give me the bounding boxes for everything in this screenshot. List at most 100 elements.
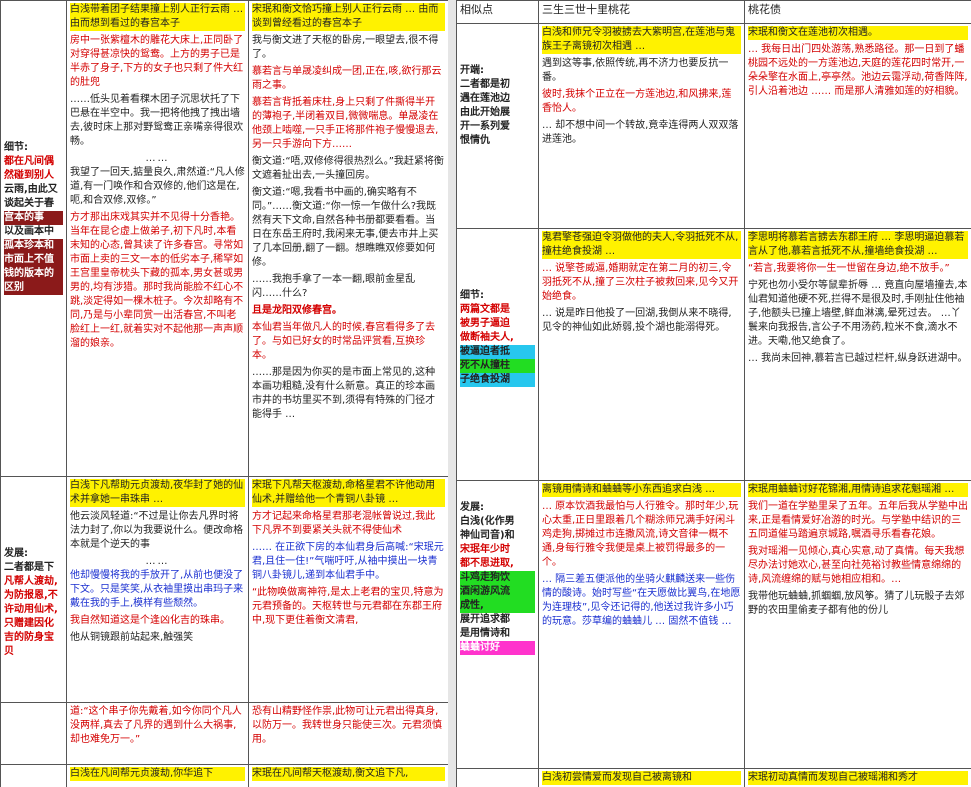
category-line: 子绝食投湖 — [460, 373, 535, 387]
category-line: 神仙司音)和 — [460, 530, 515, 541]
category-line: 成性, — [460, 599, 535, 613]
table-row: 白浅初尝情爱而发现自己被离镜和 宋珉初动真情而发现自己被瑶湘和秀才 — [456, 768, 971, 787]
table-row: 细节: 都在凡间偶 然碰到别人 云雨,由此又 谈起关于春 宫本的事 以及画本中 … — [0, 0, 448, 477]
cell-paragraph: 方才那出床戏其实并不见得十分香艳。当年在昆仑虚上做弟子,初下凡时,本看末知的心态… — [70, 212, 244, 349]
cell-paragraph: ……低头见着看稞木团子沉思状托了下巴悬在半空中。我一把将他拽了拽出墙去,彼时床上… — [70, 94, 244, 147]
category-cell — [0, 702, 67, 765]
category-line: 两篇文都是 — [460, 304, 510, 315]
category-line: 细节: — [460, 290, 484, 301]
cell-heading: 李思明将慕若言掳去东郡王府 … 李思明逼迫慕若言从了他,慕若言抵死不从,撞墙绝食… — [748, 231, 968, 259]
cell-heading: 宋珉和衡文在莲池初次相遇。 — [748, 26, 968, 40]
right-page: 相似点 三生三世十里桃花 桃花债 开端: 二者都是初 遇在莲池边 由此开始展 开… — [456, 0, 971, 787]
cell-heading: 鬼君擎苍强迫令羽做他的夫人,令羽抵死不从,撞柱绝食投湖 … — [542, 231, 741, 259]
cell-paragraph: 且是龙阳双修春宫。 — [252, 305, 342, 316]
cell-paragraph: 方才记起来命格星君那老混帐曾说过,我此下凡界不到要紧关头就不得使仙术 — [252, 511, 436, 536]
cell-paragraph: 道:“这个串子你先戴着,如今你同个凡人没两样,真去了凡界的遇到什么大祸事,却也难… — [70, 706, 242, 745]
cell-paragraph: 他从铜镜跟前站起来,触强笑 — [70, 632, 194, 643]
cell-paragraph: 衡文道:“唔,双修修得很热烈么。”我赶紧将衡文遮着扯出去,一头撞回房。 — [252, 156, 444, 181]
cell-paragraph: 慕若言背抵着床柱,身上只剩了件撕得半开的薄袍子,半闭着双目,微微喘息。单晟凌在他… — [252, 97, 439, 150]
category-line: 以及画本中 — [4, 226, 54, 237]
cell-heading: 白浅和师兄令羽被掳去大紫明宫,在莲池与鬼族王子离镜初次相遇 … — [542, 26, 741, 54]
example-cell-taohuazhai: 宋珉初动真情而发现自己被瑶湘和秀才 — [744, 768, 971, 787]
cell-paragraph: 我们一道在学塾里呆了五年。五年后我从学塾中出来,正是看情爱好冶游的时光。与学塾中… — [748, 501, 968, 540]
cell-paragraph: 恐有山精野怪作祟,此物可让元君出得真身,以防万一。我转世身只能使三次。元君须慎用… — [252, 706, 442, 745]
category-line: 钱的版本的 — [4, 267, 63, 281]
category-line: 做断袖夫人, — [460, 332, 514, 343]
cell-paragraph: 遇到这等事,依照传统,再不济力也要反抗一番。 — [542, 58, 729, 83]
example-cell-taohuazhai: 李思明将慕若言掳去东郡王府 … 李思明逼迫慕若言从了他,慕若言抵死不从,撞墙绝食… — [744, 228, 971, 481]
cell-heading: 离镜用情诗和蛐蛐等小东西追求白浅 … — [542, 483, 741, 497]
category-line: 都在凡间偶 — [4, 156, 54, 167]
example-cell-sansheng: 鬼君擎苍强迫令羽做他的夫人,令羽抵死不从,撞柱绝食投湖 … … 说擎苍威逼,婚期… — [538, 228, 745, 481]
example-cell-sansheng: 离镜用情诗和蛐蛐等小东西追求白浅 … … 原本饮酒我最怕与人行雅令。那时年少,玩… — [538, 480, 745, 769]
category-line: 被男子逼迫 — [460, 318, 510, 329]
cell-paragraph: 我对瑶湘一见倾心,真心实意,动了真情。每天我想尽办法讨她欢心,甚至向社苑裕讨教些… — [748, 546, 965, 585]
category-line: 只赠建因化 — [4, 618, 54, 629]
cell-paragraph: ……我抱手拿了一本一翻,眼前金星乱闪……什么? — [252, 274, 416, 299]
table-row: 细节: 两篇文都是 被男子逼迫 做断袖夫人, 被逼迫者抵 死不从撞柱 子绝食投湖… — [456, 228, 971, 481]
page-gutter — [448, 0, 456, 787]
cell-heading: 宋珉初动真情而发现自己被瑶湘和秀才 — [748, 771, 968, 785]
category-line: 二者都是初 — [460, 79, 510, 90]
ellipsis: …… — [145, 556, 170, 567]
example-cell-sansheng: 白浅初尝情爱而发现自己被离镜和 — [538, 768, 745, 787]
cell-paragraph: 慕若言与单晟凌纠成一团,正在,咳,欲行那云雨之事。 — [252, 66, 442, 91]
cell-paragraph: 我带他玩蛐蛐,抓蝈蝈,放风筝。猜了儿玩骰子去郊野的农田里偷麦子都有他的份儿 — [748, 591, 965, 616]
example-cell-taohuazhai: 宋珉和衡文在莲池初次相遇。 … 我每日出门四处游荡,熟悉路径。那一日到了蟠桃园不… — [744, 23, 971, 229]
header-row: 相似点 三生三世十里桃花 桃花债 — [456, 0, 971, 24]
example-cell-sansheng: 白浅下凡帮助元贞渡劫,夜华封了她的仙术并拿她一串珠串 … 他云淡风轻道:“不过是… — [66, 476, 249, 703]
left-page: 细节: 都在凡间偶 然碰到别人 云雨,由此又 谈起关于春 宫本的事 以及画本中 … — [0, 0, 448, 787]
example-cell-taohuazhai: 恐有山精野怪作祟,此物可让元君出得真身,以防万一。我转世身只能使三次。元君须慎用… — [248, 702, 448, 765]
cell-paragraph: 房中一张紫檀木的雕花大床上,正同卧了对穿得甚凉快的鸳鸯。上方的男子已是半赤了身子… — [70, 35, 244, 88]
category-cell: 细节: 都在凡间偶 然碰到别人 云雨,由此又 谈起关于春 宫本的事 以及画本中 … — [0, 0, 67, 477]
cell-paragraph: 本仙君当年做凡人的时候,春宫看得多了去了。与如已好女的时常品评赏看,互换珍本。 — [252, 322, 436, 361]
cell-heading: 白浅在凡间帮元贞渡劫,你华追下 — [70, 767, 245, 781]
example-cell-taohuazhai: 宋珉和衡文恰巧撞上别人正行云雨 … 由而谈到曾经看过的春宫本子 我与衡文进了天枢… — [248, 0, 448, 477]
example-cell-sansheng: 白浅带着团子结果撞上别人正行云雨 … 由而想到看过的春宫本子 房中一张紫檀木的雕… — [66, 0, 249, 477]
category-line: 开一系列爱 — [460, 121, 510, 132]
category-line: 宋珉年少时 — [460, 544, 510, 555]
category-cell — [0, 764, 67, 787]
table-row: 发展: 二者都是下 凡帮人渡劫, 为防报恩,不 许动用仙术, 只赠建因化 吉的防… — [0, 476, 448, 703]
category-line: 发展: — [4, 548, 28, 559]
category-line: 宫本的事 — [4, 211, 63, 225]
category-line: 死不从撞柱 — [460, 359, 535, 373]
category-line: 白浅(化作男 — [460, 516, 515, 527]
category-line: 恨情仇 — [460, 135, 490, 146]
category-line: 然碰到别人 — [4, 170, 54, 181]
example-cell-sansheng: 白浅在凡间帮元贞渡劫,你华追下 — [66, 764, 249, 787]
ellipsis: …… — [145, 153, 170, 164]
cell-paragraph: 我与衡文进了天枢的卧房,一眼望去,很不得了。 — [252, 35, 439, 60]
example-cell-taohuazhai: 宋珉在凡间帮天枢渡劫,衡文追下凡, — [248, 764, 448, 787]
cell-paragraph: … 隔三差五便派他的坐骑火麒麟送来一些伤情的酸诗。始时写些“在天愿做比翼鸟,在地… — [542, 574, 741, 627]
cell-paragraph: … 说是昨日他投了一回湖,我倒从来不晓得,见令的神仙如此娇弱,投个湖也能溺得死。 — [542, 308, 732, 333]
cell-paragraph: “若言,我要将你一生一世留在身边,绝不放手。” — [748, 263, 950, 274]
category-cell: 开端: 二者都是初 遇在莲池边 由此开始展 开一系列爱 恨情仇 — [456, 23, 539, 229]
cell-paragraph: 我自然知道这是个逢凶化吉的珠串。 — [70, 615, 230, 626]
cell-paragraph: 衡文道:“嗯,我看书中画的,确实略有不同。”……衡文道:“你一惊一乍做什么?我既… — [252, 187, 439, 268]
cell-paragraph: … 却不想中间一个转故,竟幸连得两人双双落进莲池。 — [542, 120, 739, 145]
category-cell: 发展: 二者都是下 凡帮人渡劫, 为防报恩,不 许动用仙术, 只赠建因化 吉的防… — [0, 476, 67, 703]
cell-paragraph: …… 在正欲下房的本仙君身后高喊:“宋珉元君,且住一住!”气喘吁吁,从袖中摸出一… — [252, 542, 444, 581]
left-comparison-table: 细节: 都在凡间偶 然碰到别人 云雨,由此又 谈起关于春 宫本的事 以及画本中 … — [0, 0, 448, 787]
category-line: 细节: — [4, 142, 28, 153]
table-row: 开端: 二者都是初 遇在莲池边 由此开始展 开一系列爱 恨情仇 白浅和师兄令羽被… — [456, 23, 971, 229]
category-line: 凡帮人渡劫, — [4, 576, 58, 587]
category-line: 被逼迫者抵 — [460, 345, 535, 359]
category-line: 云雨,由此又 — [4, 184, 58, 195]
header-sansheng: 三生三世十里桃花 — [538, 0, 745, 24]
category-line: 都不思进取, — [460, 558, 514, 569]
cell-paragraph: … 我尚未回神,慕若言已越过栏杆,纵身跃进湖中。 — [748, 353, 968, 364]
category-line: 贝 — [4, 646, 14, 657]
category-line: 为防报恩,不 — [4, 590, 58, 601]
cell-paragraph: 我望了一回天,掂量良久,肃然道:“凡人修道,有一门唤作和合双修的,他们这是在,呃… — [70, 167, 245, 206]
category-line: 二者都是下 — [4, 562, 54, 573]
cell-paragraph: 他云淡风轻道:“不过是让你去凡界时将法力封了,你以为我要说什么。便改命格本就是个… — [70, 511, 244, 550]
category-line: 酒闲游风流 — [460, 585, 535, 599]
category-line: 遇在莲池边 — [460, 93, 510, 104]
category-cell: 细节: 两篇文都是 被男子逼迫 做断袖夫人, 被逼迫者抵 死不从撞柱 子绝食投湖 — [456, 228, 539, 481]
category-line: 展开追求都 — [460, 614, 510, 625]
category-line: 许动用仙术, — [4, 604, 58, 615]
table-row: 发展: 白浅(化作男 神仙司音)和 宋珉年少时 都不思进取, 斗鸡走狗饮 酒闲游… — [456, 480, 971, 769]
header-taohuazhai: 桃花债 — [744, 0, 971, 24]
